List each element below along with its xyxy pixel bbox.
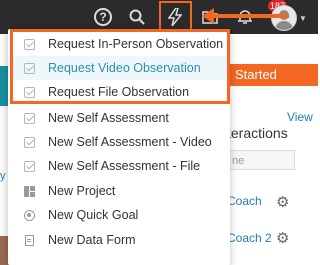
chevron-down-icon[interactable]: ▼ [299,14,307,23]
menu-item-new-project[interactable]: New Project [8,179,230,203]
menu-item-label: New Self Assessment - Video [48,135,212,149]
menu-item-new-data-form[interactable]: New Data Form [8,228,230,252]
menu-item-request-in-person-observation[interactable]: Request In-Person Observation [8,32,230,56]
menu-item-new-self-assessment-video[interactable]: New Self Assessment - Video [8,130,230,154]
menu-item-label: Request In-Person Observation [48,37,224,51]
menu-item-new-self-assessment-file[interactable]: New Self Assessment - File [8,154,230,178]
project-icon [22,185,36,197]
menu-item-new-self-assessment[interactable]: New Self Assessment [8,106,230,130]
checkbox-icon [22,86,36,98]
user-avatar[interactable] [271,5,297,31]
form-icon [22,234,36,246]
checkbox-icon [22,136,36,148]
menu-item-new-quick-goal[interactable]: New Quick Goal [8,203,230,227]
gear-icon[interactable]: ⚙ [276,229,289,247]
menu-item-label: New Data Form [48,233,136,247]
name-search-input[interactable]: ne [227,150,295,170]
menu-item-request-file-observation[interactable]: Request File Observation [8,80,230,104]
menu-item-label: New Quick Goal [48,208,139,222]
annotation-arrow [214,14,289,18]
checkbox-icon [22,62,36,74]
menu-item-label: New Project [48,184,116,198]
checkbox-icon [22,38,36,50]
menu-item-request-video-observation[interactable]: Request Video Observation [8,56,230,80]
view-link[interactable]: View [287,110,313,124]
annotation-arrow-head [202,8,214,24]
checkbox-icon [22,112,36,124]
menu-item-label: Request Video Observation [48,61,201,75]
search-icon[interactable] [125,5,149,29]
quick-actions-menu: Request In-Person Observation Request Vi… [8,29,230,265]
coach-2-link[interactable]: Coach 2 [227,231,272,245]
bolt-highlight-box [159,1,192,32]
goal-icon [22,209,36,221]
gear-icon[interactable]: ⚙ [276,193,289,211]
interactions-title: teractions [227,125,288,141]
menu-item-label: New Self Assessment [48,111,169,125]
get-started-button[interactable]: Started [227,64,318,86]
checkbox-icon [22,160,36,172]
help-circle-icon[interactable]: ? [91,5,115,29]
menu-item-label: Request File Observation [48,85,190,99]
coach-link[interactable]: Coach [227,194,262,208]
menu-item-label: New Self Assessment - File [48,159,201,173]
